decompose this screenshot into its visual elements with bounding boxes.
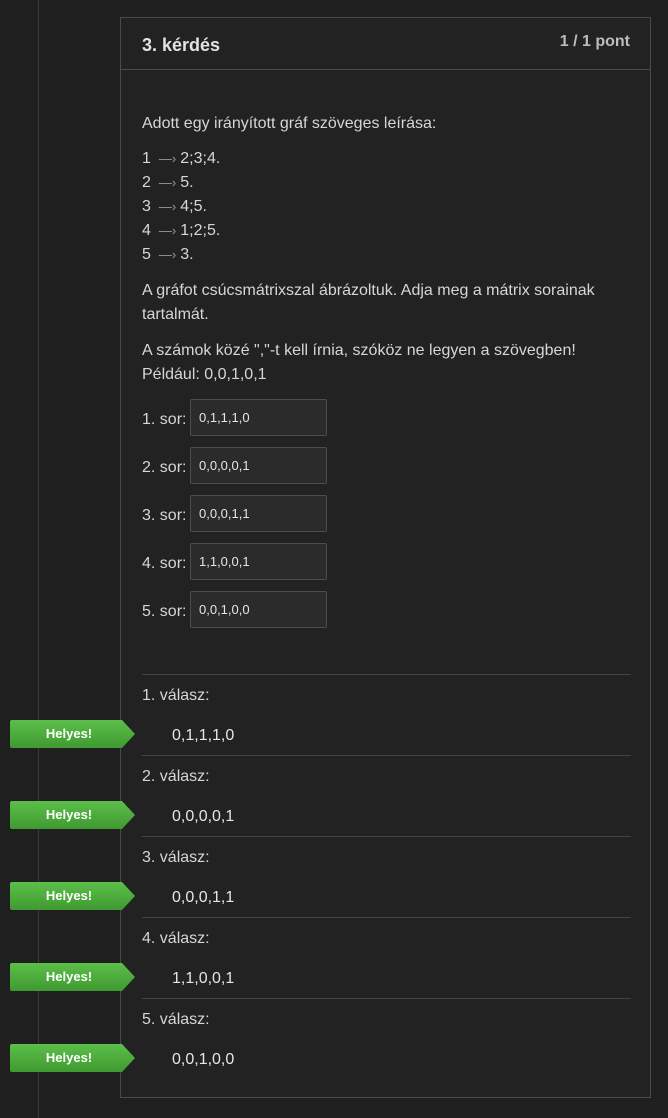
answer-value: 0,0,1,0,0 [172,1051,235,1068]
answer-value: 0,1,1,1,0 [172,727,235,744]
task-text-line1: A gráfot csúcsmátrixszal ábrázoltuk. Adj… [142,282,595,299]
answer-label: 4. válasz: [142,930,210,947]
arrow-icon: —› [158,247,177,262]
correct-badge: Helyes! [10,963,135,991]
correct-badge: Helyes! [10,882,135,910]
badge-text: Helyes! [45,969,93,984]
answer-label: 3. válasz: [142,849,210,866]
row-label: 5. sor: [142,603,187,620]
badge-text: Helyes! [45,726,93,741]
edge-targets: 2;3;4. [180,150,221,167]
arrow-icon: —› [158,223,177,238]
arrow-icon: —› [158,175,177,190]
rule-text-line1: A számok közé ","-t kell írnia, szóköz n… [142,342,576,359]
edge-node: 1 [142,150,151,167]
question-title: 3. kérdés [142,35,221,55]
graph-edge-line: 2 —› 5. [142,171,194,195]
correct-badge: Helyes! [10,1044,135,1072]
question-intro: Adott egy irányított gráf szöveges leírá… [142,115,437,132]
answer-label: 1. válasz: [142,687,210,704]
badge-text: Helyes! [45,1050,93,1065]
correct-badge: Helyes! [10,801,135,829]
edge-targets: 3. [180,246,194,263]
page-divider-line [38,0,39,1118]
graph-edge-line: 4 —› 1;2;5. [142,219,220,243]
answer-label: 2. válasz: [142,768,210,785]
task-text-line2: tartalmát. [142,306,209,323]
edge-node: 2 [142,174,151,191]
answer-divider [142,917,631,918]
answer-divider [142,674,631,675]
row-5-input[interactable] [190,591,327,628]
arrow-icon: —› [158,151,177,166]
answer-divider [142,836,631,837]
question-header: 3. kérdés 1 / 1 pont [121,18,650,70]
answer-divider [142,998,631,999]
correct-badge: Helyes! [10,720,135,748]
badge-text: Helyes! [45,888,93,903]
row-label: 1. sor: [142,411,187,428]
edge-targets: 1;2;5. [180,222,221,239]
row-label: 3. sor: [142,507,187,524]
row-4-input[interactable] [190,543,327,580]
edge-node: 3 [142,198,151,215]
answer-label: 5. válasz: [142,1011,210,1028]
row-2-input[interactable] [190,447,327,484]
graph-edge-line: 3 —› 4;5. [142,195,207,219]
graph-edge-line: 1 —› 2;3;4. [142,147,220,171]
edge-node: 4 [142,222,151,239]
question-points: 1 / 1 pont [559,33,630,50]
row-label: 4. sor: [142,555,187,572]
row-label: 2. sor: [142,459,187,476]
row-1-input[interactable] [190,399,327,436]
question-card: 3. kérdés 1 / 1 pont Adott egy irányítot… [120,17,651,1098]
answer-value: 1,1,0,0,1 [172,970,235,987]
arrow-icon: —› [158,199,177,214]
edge-node: 5 [142,246,151,263]
edge-targets: 4;5. [180,198,207,215]
answer-value: 0,0,0,1,1 [172,889,235,906]
row-3-input[interactable] [190,495,327,532]
edge-targets: 5. [180,174,194,191]
answer-value: 0,0,0,0,1 [172,808,235,825]
badge-text: Helyes! [45,807,93,822]
rule-text-line2: Például: 0,0,1,0,1 [142,366,267,383]
graph-edge-line: 5 —› 3. [142,243,194,267]
answer-divider [142,755,631,756]
